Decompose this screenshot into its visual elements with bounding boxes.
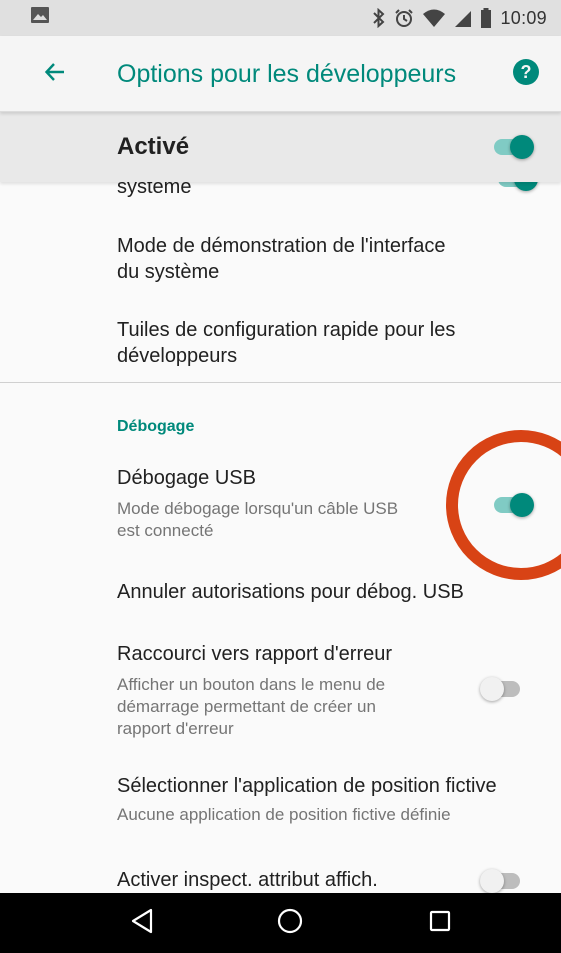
- view-attribute-title: Activer inspect. attribut affich.: [117, 869, 378, 891]
- quick-tiles-title-line2: développeurs: [117, 345, 238, 367]
- status-bar: 10:09: [0, 0, 561, 36]
- bug-report-subtitle-line1: Afficher un bouton dans le menu de: [117, 675, 386, 694]
- mock-location-title: Sélectionner l'application de position f…: [117, 775, 497, 797]
- image-notification-icon: [30, 6, 50, 30]
- usb-debugging-subtitle-line1: Mode débogage lorsqu'un câble USB: [117, 499, 399, 518]
- section-header-debugging: Débogage: [117, 418, 195, 435]
- screen: 10:09 Options pour les développeurs ? Ac…: [0, 0, 561, 953]
- page-title: Options pour les développeurs: [117, 60, 457, 88]
- app-bar: Options pour les développeurs ?: [0, 36, 561, 112]
- bug-report-title: Raccourci vers rapport d'erreur: [117, 643, 393, 665]
- bug-report-subtitle-line3: rapport d'erreur: [117, 719, 234, 738]
- status-time: 10:09: [500, 7, 547, 28]
- master-switch-label: Activé: [117, 133, 190, 160]
- arrow-back-icon: [44, 61, 66, 88]
- battery-icon: [480, 8, 492, 28]
- quick-tiles-title-line1: Tuiles de configuration rapide pour les: [117, 319, 456, 341]
- toggle-thumb: [480, 869, 504, 893]
- help-icon: ?: [512, 59, 540, 90]
- mock-location-subtitle: Aucune application de position fictive d…: [117, 805, 451, 824]
- usb-debugging-subtitle-line2: est connecté: [117, 521, 214, 540]
- bug-report-toggle[interactable]: [480, 674, 526, 704]
- nav-home-button[interactable]: [274, 907, 306, 939]
- back-triangle-icon: [130, 908, 154, 939]
- bug-report-subtitle-line2: démarrage permettant de créer un: [117, 697, 376, 716]
- bluetooth-icon: [372, 8, 386, 28]
- toggle-thumb: [514, 182, 538, 191]
- usb-debugging-title: Débogage USB: [117, 467, 256, 489]
- wifi-icon: [422, 8, 446, 28]
- section-divider: [0, 382, 561, 383]
- nav-recents-button[interactable]: [424, 907, 456, 939]
- signal-icon: [454, 8, 472, 28]
- demo-mode-title-line1: Mode de démonstration de l'interface: [117, 235, 446, 257]
- toggle-thumb: [510, 135, 534, 159]
- navigation-bar: [0, 893, 561, 953]
- alarm-icon: [394, 8, 414, 28]
- toggle-thumb: [480, 677, 504, 701]
- svg-text:?: ?: [521, 62, 532, 82]
- master-switch-bar[interactable]: Activé: [0, 112, 561, 182]
- home-circle-icon: [277, 908, 303, 939]
- demo-mode-title-line2: du système: [117, 261, 220, 283]
- partial-item-title: système: [117, 182, 192, 198]
- back-button[interactable]: [40, 60, 70, 88]
- view-attribute-toggle[interactable]: [480, 866, 526, 893]
- master-switch-toggle[interactable]: [490, 132, 536, 162]
- nav-back-button[interactable]: [126, 907, 158, 939]
- help-button[interactable]: ?: [512, 58, 540, 86]
- partial-item-toggle[interactable]: [494, 182, 540, 194]
- recents-square-icon: [428, 909, 452, 938]
- revoke-usb-title: Annuler autorisations pour débog. USB: [117, 581, 464, 603]
